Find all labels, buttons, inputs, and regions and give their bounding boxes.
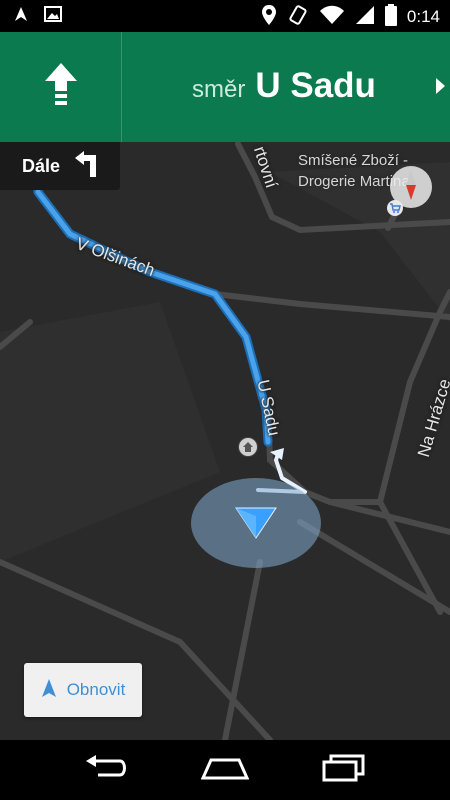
map-view[interactable]: Dále rtovní Smíšené Zboží - Drogerie Mar… <box>0 142 450 740</box>
location-arrow-icon <box>14 6 28 26</box>
home-icon <box>200 756 250 784</box>
street-prefix: směr <box>192 76 246 103</box>
arrow-straight-icon <box>43 61 79 113</box>
home-button[interactable] <box>195 750 255 790</box>
street-name: U Sadu <box>255 66 376 105</box>
then-step-label: Dále <box>22 155 61 176</box>
poi-label-line1: Smíšené Zboží - <box>298 152 409 169</box>
road-network <box>0 142 450 740</box>
navigation-header[interactable]: směr U Sadu <box>0 32 450 142</box>
back-button[interactable] <box>76 750 136 790</box>
system-navigation-bar <box>0 740 450 800</box>
image-icon <box>44 6 62 26</box>
refresh-label: Obnovit <box>66 680 126 699</box>
chevron-right-icon[interactable] <box>434 76 446 100</box>
status-bar: 0:14 <box>0 0 450 32</box>
compass-button[interactable] <box>390 166 432 208</box>
maneuver-panel <box>0 32 122 142</box>
then-step-chip[interactable]: Dále <box>0 142 120 190</box>
back-icon <box>84 755 128 785</box>
recents-icon <box>321 754 367 786</box>
navigation-arrow-icon <box>41 678 57 702</box>
current-position-arrow-icon <box>234 504 278 544</box>
destination-street: směr U Sadu <box>192 66 376 106</box>
cell-signal-icon <box>355 5 375 29</box>
location-pin-icon <box>261 4 277 30</box>
wifi-icon <box>319 5 345 29</box>
home-poi-icon[interactable] <box>238 437 258 457</box>
recents-button[interactable] <box>314 750 374 790</box>
rotate-phone-icon <box>287 4 309 30</box>
refresh-button[interactable]: Obnovit <box>24 663 142 717</box>
status-clock: 0:14 <box>406 7 440 26</box>
turn-left-icon <box>74 151 102 181</box>
compass-needle-icon <box>404 169 418 205</box>
battery-icon <box>384 4 397 30</box>
